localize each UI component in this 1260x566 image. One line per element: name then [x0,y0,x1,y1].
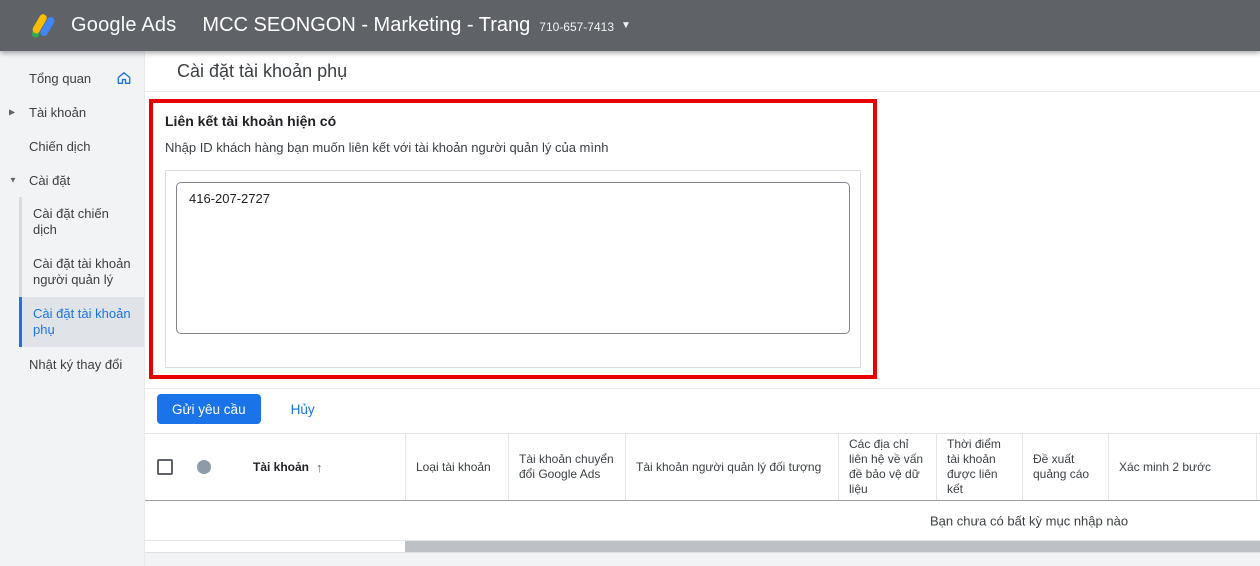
table-empty-row: Bạn chưa có bất kỳ mục nhập nào [145,501,1260,541]
brand-name: Google Ads [71,14,177,36]
sidebar-item-label: Cài đặt chiến dịch [33,206,109,237]
column-label: Tài khoản chuyển đổi Google Ads [519,452,614,481]
horizontal-scrollbar [145,541,1260,552]
account-switcher[interactable]: MCC SEONGON - Marketing - Trang 710-657-… [202,14,630,37]
link-account-section-highlighted: Liên kết tài khoản hiện có Nhập ID khách… [149,99,877,379]
sidebar-item-label: Tài khoản [29,104,87,120]
sidebar: Tổng quan ▶ Tài khoản Chiến dịch ▼ Cài đ… [0,51,145,566]
sort-ascending-icon: ↑ [316,459,323,475]
customer-id-card: 416-207-2727 [165,170,861,368]
column-label: Các địa chỉ liên hệ về vấn đề bảo vệ dữ … [849,437,924,496]
home-icon [117,72,131,84]
header-cell-account[interactable]: Tài khoản ↑ [223,434,405,500]
settings-subnav: Cài đặt chiến dịch Cài đặt tài khoản ngư… [19,197,144,347]
status-dot-icon [197,460,211,474]
account-dropdown-caret-icon: ▼ [621,20,631,31]
header-cell-data-protection-contacts[interactable]: Các địa chỉ liên hệ về vấn đề bảo vệ dữ … [838,434,936,500]
sidebar-item-label: Cài đặt tài khoản phụ [33,306,131,337]
column-label: Tài khoản [253,459,310,474]
sidebar-item-sub-account-settings[interactable]: Cài đặt tài khoản phụ [19,297,144,347]
account-id: 710-657-7413 [539,20,614,34]
google-ads-logo-icon [31,14,55,38]
sidebar-item-overview[interactable]: Tổng quan [0,61,144,95]
header-cell-audience-manager[interactable]: Tài khoản người quản lý đối tượng [625,434,838,500]
header-cell-ad-suggestions[interactable]: Đề xuất quảng cáo [1022,434,1108,500]
sidebar-item-change-log[interactable]: Nhật ký thay đổi [0,347,144,381]
column-label: Xác minh 2 bước [1119,459,1211,474]
chevron-down-icon: ▼ [9,175,17,185]
header-cell-account-type[interactable]: Loại tài khoản [405,434,508,500]
header-cell-two-step-verification[interactable]: Xác minh 2 bước [1108,434,1256,500]
link-account-instruction: Nhập ID khách hàng bạn muốn liên kết với… [165,140,609,155]
header-cell-conversion-account[interactable]: Tài khoản chuyển đổi Google Ads [508,434,625,500]
topbar: Google Ads MCC SEONGON - Marketing - Tra… [0,0,1260,51]
select-all-checkbox[interactable] [157,459,173,475]
sidebar-item-label: Nhật ký thay đổi [29,356,123,372]
column-label: Thời điểm tài khoản được liên kết [947,437,1001,496]
form-actions: Gửi yêu cầu Hủy [157,394,1260,424]
section-divider [145,388,1260,389]
sidebar-item-campaigns[interactable]: Chiến dịch [0,129,144,163]
send-request-button[interactable]: Gửi yêu cầu [157,394,261,424]
sidebar-item-campaign-settings[interactable]: Cài đặt chiến dịch [19,197,144,247]
chevron-right-icon: ▶ [9,107,16,117]
bottom-strip [145,552,1260,566]
header-cell-link-time[interactable]: Thời điểm tài khoản được liên kết [936,434,1022,500]
table-header-row: Tài khoản ↑ Loại tài khoản Tài khoản chu… [145,433,1260,501]
empty-state-message: Bạn chưa có bất kỳ mục nhập nào [930,513,1129,528]
sidebar-item-manager-account-settings[interactable]: Cài đặt tài khoản người quản lý [19,247,144,297]
sidebar-item-settings[interactable]: ▼ Cài đặt [0,163,144,197]
column-label: Loại tài khoản [416,459,491,474]
customer-id-input[interactable]: 416-207-2727 [176,182,850,334]
sidebar-item-label: Chiến dịch [29,138,91,154]
header-cell-status [185,434,223,500]
link-account-heading: Liên kết tài khoản hiện có [165,113,337,129]
header-cell-overflow [1256,434,1260,500]
sidebar-item-label: Cài đặt [29,172,71,188]
page-header: Cài đặt tài khoản phụ [145,51,1260,92]
accounts-table: Tài khoản ↑ Loại tài khoản Tài khoản chu… [145,433,1260,552]
sidebar-item-label: Tổng quan [29,70,92,86]
page-title: Cài đặt tài khoản phụ [177,60,348,81]
sidebar-item-accounts[interactable]: ▶ Tài khoản [0,95,144,129]
cancel-link[interactable]: Hủy [291,402,315,417]
account-name: MCC SEONGON - Marketing - Trang [202,14,531,36]
horizontal-scrollbar-thumb[interactable] [405,541,1260,552]
column-label: Đề xuất quảng cáo [1033,452,1090,481]
sidebar-item-label: Cài đặt tài khoản người quản lý [33,256,131,287]
main-content: Cài đặt tài khoản phụ Liên kết tài khoản… [145,51,1260,566]
column-label: Tài khoản người quản lý đối tượng [636,459,822,474]
header-cell-select [145,434,185,500]
